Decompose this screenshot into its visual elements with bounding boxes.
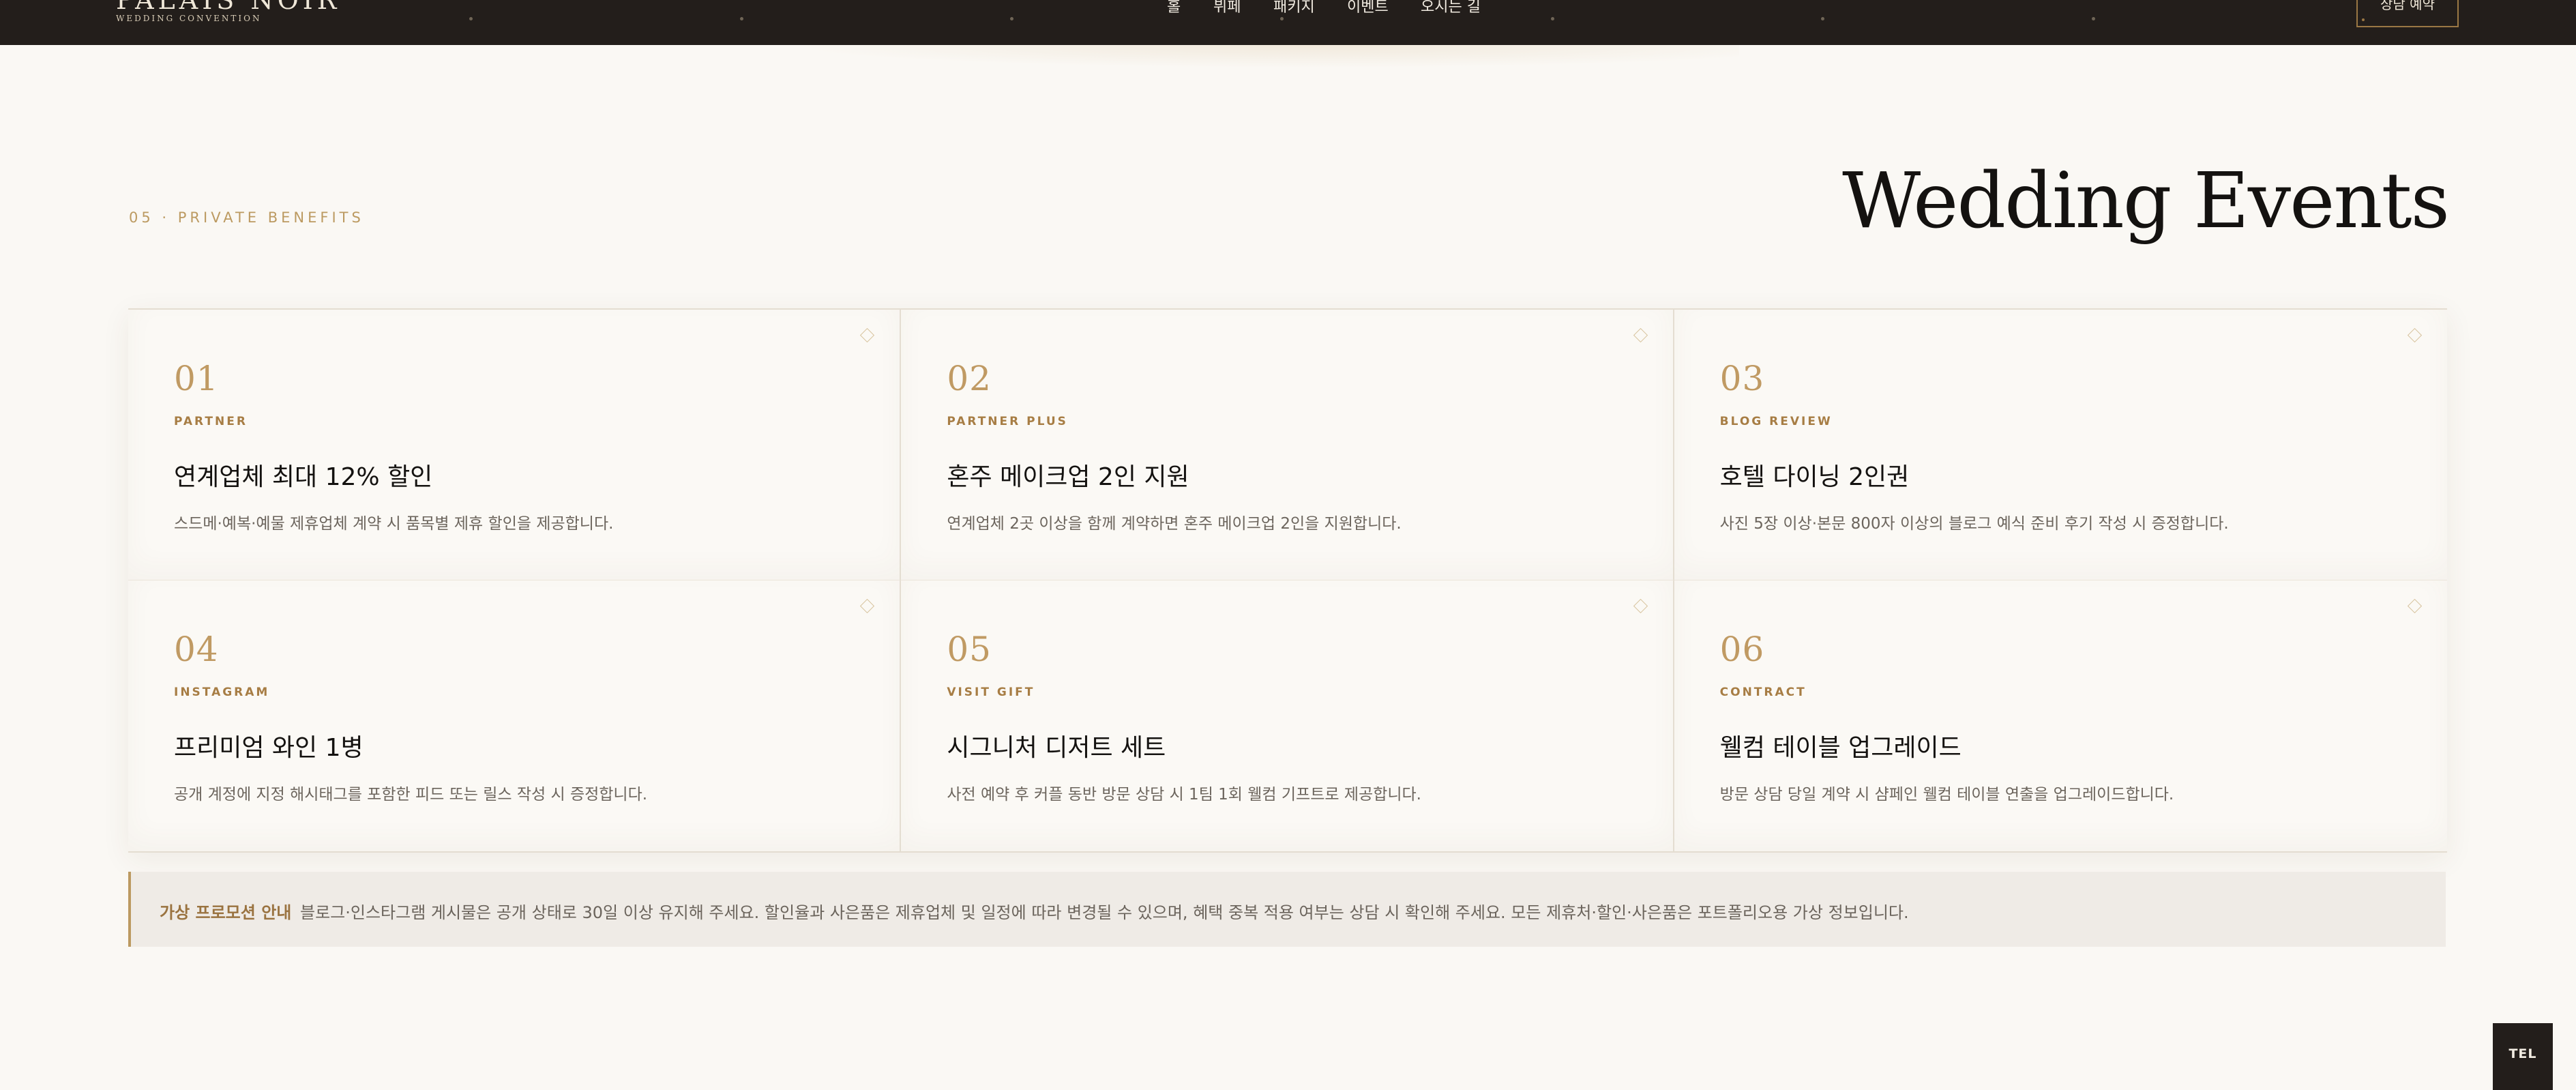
nav-divider-dot <box>1010 17 1013 20</box>
diamond-icon <box>2407 598 2423 614</box>
benefit-number: 01 <box>174 359 219 398</box>
section-eyebrow: 05 · PRIVATE BENEFITS <box>129 209 364 226</box>
benefit-title: 웰컴 테이블 업그레이드 <box>1719 734 1961 762</box>
nav-item-buffet[interactable]: 뷔페 <box>1213 0 1241 16</box>
diamond-icon <box>860 327 875 343</box>
benefit-tag: PARTNER PLUS <box>947 415 1068 428</box>
reserve-button-dot <box>2362 18 2365 21</box>
nav-item-hall[interactable]: 홀 <box>1167 0 1181 16</box>
top-navigation-bar: PALAIS NOIR WEDDING CONVENTION 홀 뷔페 패키지 … <box>0 0 2576 45</box>
benefit-card: 04 INSTAGRAM 프리미엄 와인 1병 공개 계정에 지정 해시태그를 … <box>128 580 902 851</box>
benefit-tag: PARTNER <box>174 415 248 428</box>
benefit-title: 혼주 메이크업 2인 지원 <box>947 463 1189 491</box>
benefit-number: 02 <box>947 359 992 398</box>
nav-divider-dot <box>2092 17 2095 20</box>
promotion-notice: 가상 프로모션 안내 블로그·인스타그램 게시물은 공개 상태로 30일 이상 … <box>128 872 2446 947</box>
benefit-number: 05 <box>947 630 992 669</box>
benefit-number: 06 <box>1719 630 1765 669</box>
benefit-card: 03 BLOG REVIEW 호텔 다이닝 2인권 사진 5장 이상·본문 80… <box>1674 310 2447 580</box>
benefit-card: 01 PARTNER 연계업체 최대 12% 할인 스드메·예복·예물 제휴업체… <box>128 310 902 580</box>
benefit-title: 시그니처 디저트 세트 <box>947 734 1166 762</box>
nav-item-directions[interactable]: 오시는 길 <box>1421 0 1481 16</box>
notice-label: 가상 프로모션 안내 <box>160 903 292 922</box>
notice-text: 블로그·인스타그램 게시물은 공개 상태로 30일 이상 유지해 주세요. 할인… <box>300 903 1909 922</box>
benefit-title: 연계업체 최대 12% 할인 <box>174 463 433 491</box>
benefit-title: 호텔 다이닝 2인권 <box>1719 463 1910 491</box>
section-title: Wedding Events <box>1842 157 2450 246</box>
benefit-description: 사전 예약 후 커플 동반 방문 상담 시 1팀 1회 웰컴 기프트로 제공합니… <box>947 786 1421 804</box>
nav-divider-dot <box>740 17 743 20</box>
benefit-tag: BLOG REVIEW <box>1719 415 1833 428</box>
benefit-description: 연계업체 2곳 이상을 함께 계약하면 혼주 메이크업 2인을 지원합니다. <box>947 515 1402 533</box>
benefit-tag: CONTRACT <box>1719 686 1807 699</box>
diamond-icon <box>1633 598 1648 614</box>
benefit-number: 03 <box>1719 359 1765 398</box>
benefit-description: 공개 계정에 지정 해시태그를 포함한 피드 또는 릴스 작성 시 증정합니다. <box>174 786 648 804</box>
consultation-reserve-button[interactable]: 상담 예약 <box>2356 0 2459 27</box>
tel-button[interactable]: TEL <box>2493 1023 2553 1090</box>
benefit-tag: VISIT GIFT <box>947 686 1035 699</box>
benefit-description: 사진 5장 이상·본문 800자 이상의 블로그 예식 준비 후기 작성 시 증… <box>1719 515 2229 533</box>
nav-divider-dot <box>1821 17 1824 20</box>
benefit-number: 04 <box>174 630 219 669</box>
benefit-card: 05 VISIT GIFT 시그니처 디저트 세트 사전 예약 후 커플 동반 … <box>901 580 1674 851</box>
diamond-icon <box>2407 327 2423 343</box>
main-nav: 홀 뷔페 패키지 이벤트 오시는 길 <box>0 0 2576 45</box>
benefit-description: 방문 상담 당일 계약 시 샴페인 웰컴 테이블 연출을 업그레이드합니다. <box>1719 786 2174 804</box>
nav-divider-dot <box>469 17 473 20</box>
benefits-grid: 01 PARTNER 연계업체 최대 12% 할인 스드메·예복·예물 제휴업체… <box>128 308 2447 853</box>
nav-item-events[interactable]: 이벤트 <box>1347 0 1389 16</box>
nav-item-package[interactable]: 패키지 <box>1273 0 1315 16</box>
nav-divider-dot <box>1280 17 1284 20</box>
benefit-description: 스드메·예복·예물 제휴업체 계약 시 품목별 제휴 할인을 제공합니다. <box>174 515 614 533</box>
diamond-icon <box>1633 327 1648 343</box>
benefit-title: 프리미엄 와인 1병 <box>174 734 364 762</box>
nav-divider-dot <box>1551 17 1554 20</box>
header-glow <box>784 45 1739 68</box>
benefit-card: 06 CONTRACT 웰컴 테이블 업그레이드 방문 상담 당일 계약 시 샴… <box>1674 580 2447 851</box>
benefit-tag: INSTAGRAM <box>174 686 270 699</box>
benefit-card: 02 PARTNER PLUS 혼주 메이크업 2인 지원 연계업체 2곳 이상… <box>901 310 1674 580</box>
diamond-icon <box>860 598 875 614</box>
